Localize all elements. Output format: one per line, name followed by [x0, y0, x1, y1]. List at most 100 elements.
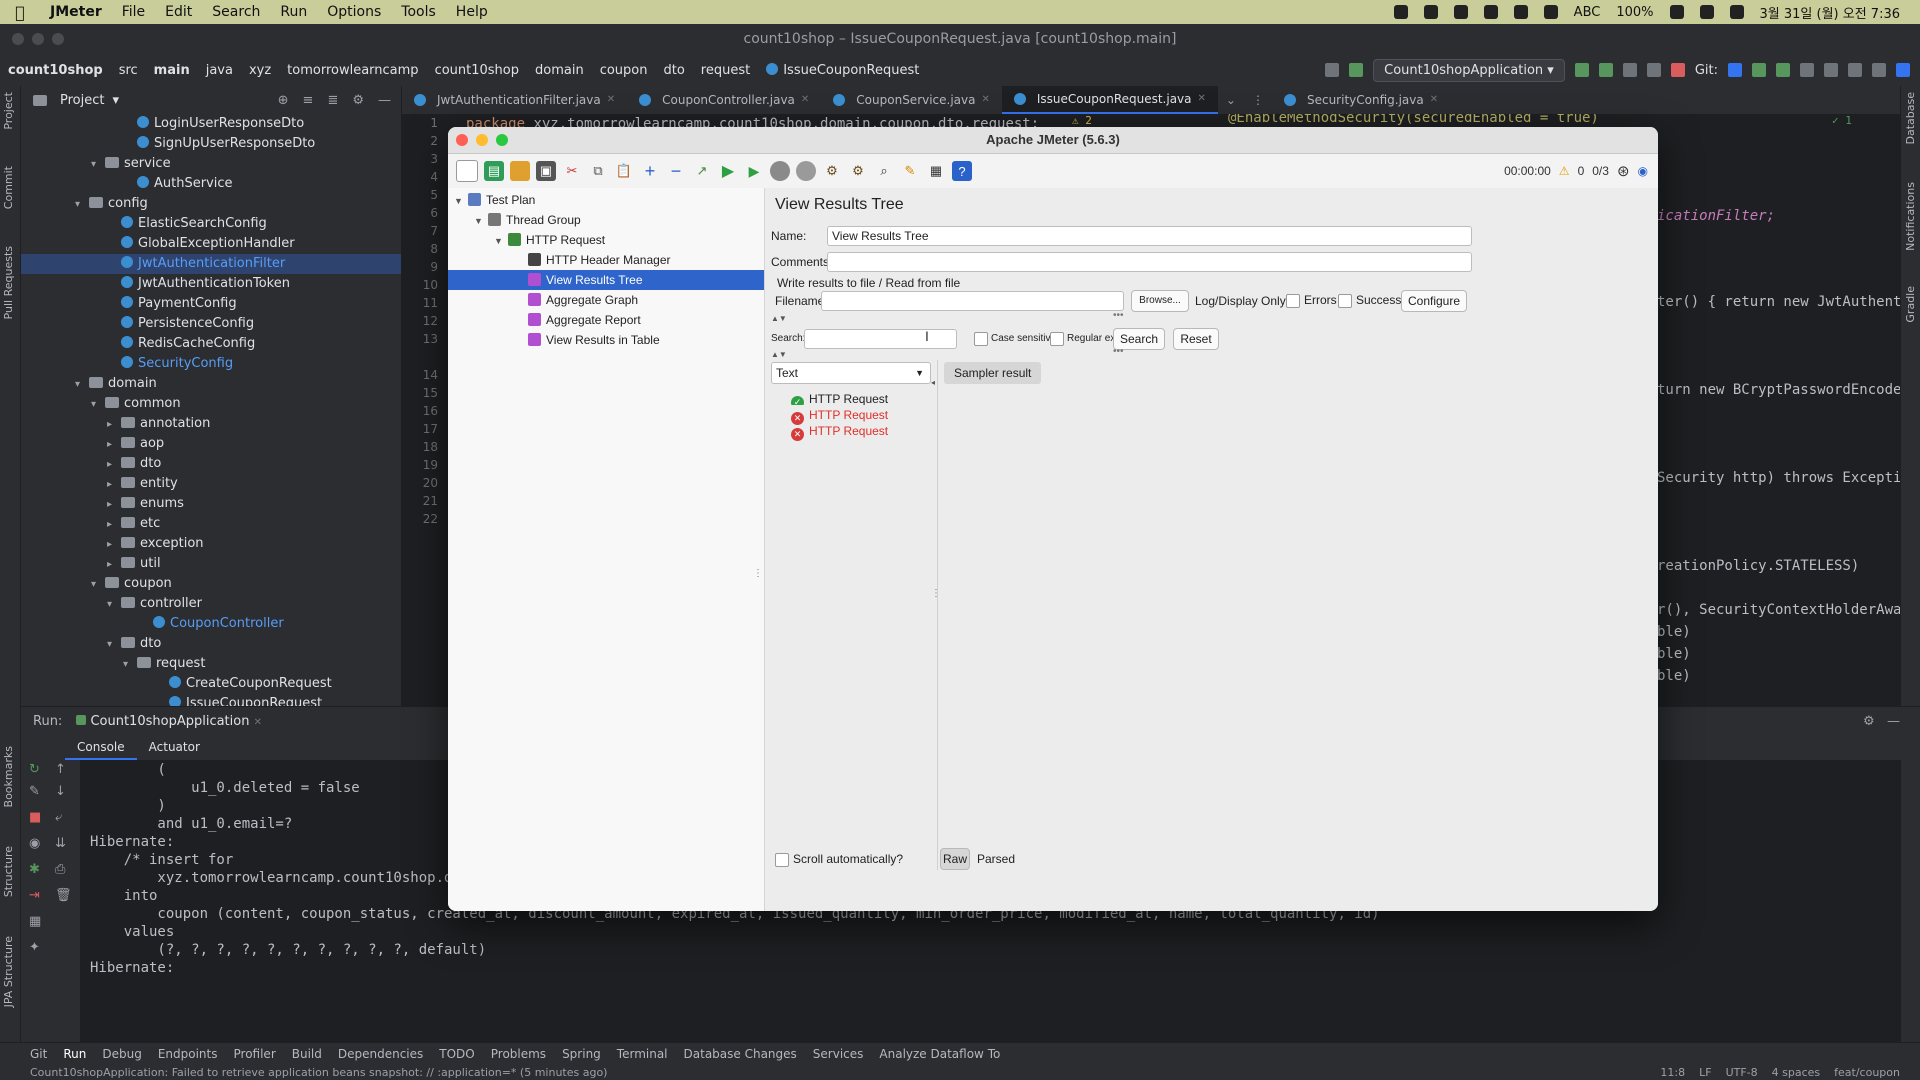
- tool-window-button[interactable]: Dependencies: [338, 1047, 423, 1061]
- hide-icon[interactable]: —: [378, 93, 391, 108]
- line-number[interactable]: 1: [430, 116, 438, 130]
- project-tree-item[interactable]: AuthService: [21, 174, 401, 194]
- stop-icon[interactable]: ■: [29, 810, 41, 825]
- chevron-down-icon[interactable]: ▾: [107, 635, 121, 655]
- menu-search[interactable]: Search: [202, 4, 270, 20]
- tool-commit[interactable]: Commit: [2, 166, 15, 209]
- project-tree-item[interactable]: ▸ annotation: [21, 414, 401, 434]
- sample-result-item[interactable]: ✕ HTTP Request: [771, 421, 931, 441]
- breadcrumb-item[interactable]: domain: [527, 63, 592, 78]
- tool-structure[interactable]: Structure: [2, 846, 15, 897]
- project-tree-item[interactable]: CreateCouponRequest: [21, 674, 401, 694]
- project-tree-item[interactable]: ▸ etc: [21, 514, 401, 534]
- project-tree-item[interactable]: JwtAuthenticationFilter: [21, 254, 401, 274]
- run-configuration-select[interactable]: Count10shopApplication ▾: [1373, 58, 1565, 82]
- chevron-right-icon[interactable]: ▸: [107, 455, 121, 475]
- tab-actuator[interactable]: Actuator: [137, 734, 212, 760]
- plugin-icon[interactable]: [1896, 63, 1910, 77]
- breadcrumb-item[interactable]: java: [198, 63, 241, 78]
- chevron-right-icon[interactable]: ▸: [107, 415, 121, 435]
- tool-jpa-structure[interactable]: JPA Structure: [2, 936, 15, 1007]
- test-tree-item[interactable]: ▼ Test Plan: [448, 190, 764, 210]
- breadcrumb-item[interactable]: coupon: [592, 63, 656, 78]
- project-tree-item[interactable]: ▾ service: [21, 154, 401, 174]
- caret-position[interactable]: 11:8: [1660, 1066, 1685, 1079]
- start-icon[interactable]: ▶: [718, 161, 738, 181]
- parsed-tab[interactable]: Parsed: [977, 852, 1015, 866]
- collapse-all-icon[interactable]: ≣: [327, 93, 338, 108]
- name-field[interactable]: View Results Tree: [827, 226, 1472, 246]
- expand-all-icon[interactable]: ≡: [303, 93, 314, 108]
- reset-button[interactable]: Reset: [1173, 328, 1219, 350]
- collapse-icon[interactable]: −: [666, 161, 686, 181]
- project-tree-item[interactable]: ▾ request: [21, 654, 401, 674]
- apple-icon[interactable]: : [0, 3, 40, 22]
- project-tree-item[interactable]: IssueCouponRequest: [21, 694, 401, 706]
- minimize-icon[interactable]: [32, 33, 44, 45]
- project-tree-item[interactable]: ▾ controller: [21, 594, 401, 614]
- moon-icon[interactable]: [1513, 5, 1528, 19]
- project-tree-item[interactable]: JwtAuthenticationToken: [21, 274, 401, 294]
- run-app-tab[interactable]: Count10shopApplication ✕: [62, 714, 262, 729]
- chevron-down-icon[interactable]: ▾: [91, 395, 105, 415]
- stop-icon[interactable]: [1670, 63, 1685, 77]
- exit-icon[interactable]: ⇥: [29, 888, 40, 903]
- breadcrumb-item[interactable]: dto: [655, 63, 692, 78]
- layout-icon[interactable]: ▦: [29, 914, 41, 929]
- splitter-dots-icon[interactable]: •••: [1113, 310, 1124, 321]
- breadcrumb-project[interactable]: count10shop: [0, 63, 111, 78]
- battery-percent[interactable]: 100%: [1616, 5, 1653, 20]
- tool-window-button[interactable]: Spring: [562, 1047, 601, 1061]
- pin-icon[interactable]: ✦: [29, 940, 40, 955]
- chevron-down-icon[interactable]: ▾: [112, 93, 119, 108]
- gear-icon[interactable]: ⚙: [352, 93, 364, 108]
- git-push-icon[interactable]: [1776, 63, 1790, 77]
- tool-window-button[interactable]: Database Changes: [684, 1047, 797, 1061]
- breadcrumb-item[interactable]: tomorrowlearncamp: [279, 63, 426, 78]
- test-tree-item[interactable]: Aggregate Report: [448, 310, 764, 330]
- rerun-icon[interactable]: ↻: [29, 762, 40, 777]
- project-tree-item[interactable]: ▸ aop: [21, 434, 401, 454]
- copy-icon[interactable]: ⧉: [588, 161, 608, 181]
- tool-gradle[interactable]: Gradle: [1904, 286, 1917, 323]
- git-commit-icon[interactable]: [1752, 63, 1766, 77]
- split-arrows-icon[interactable]: ▲▼: [771, 350, 787, 359]
- debug-icon[interactable]: ✱: [29, 862, 40, 877]
- status-message[interactable]: Count10shopApplication: Failed to retrie…: [30, 1066, 607, 1079]
- close-tab-icon[interactable]: ✕: [1198, 85, 1206, 113]
- tool-window-button[interactable]: Profiler: [234, 1047, 276, 1061]
- project-tree-item[interactable]: GlobalExceptionHandler: [21, 234, 401, 254]
- menu-edit[interactable]: Edit: [155, 4, 202, 20]
- coverage-icon[interactable]: [1622, 63, 1637, 77]
- project-title[interactable]: Project: [60, 93, 104, 108]
- log-viewer-icon[interactable]: ◉: [1638, 164, 1648, 178]
- test-tree-item[interactable]: View Results Tree: [448, 270, 764, 290]
- bluetooth-icon[interactable]: [1543, 5, 1558, 19]
- reset-search-icon[interactable]: ✎: [900, 161, 920, 181]
- tab-console[interactable]: Console: [65, 734, 137, 760]
- tool-database[interactable]: Database: [1904, 92, 1917, 145]
- search-field[interactable]: [804, 329, 957, 349]
- line-number[interactable]: 9: [430, 260, 438, 274]
- templates-icon[interactable]: ▤: [484, 161, 504, 181]
- soft-wrap-icon[interactable]: ⤶: [55, 810, 62, 825]
- cloud-icon[interactable]: [1423, 5, 1438, 19]
- project-tree-item[interactable]: ▾ domain: [21, 374, 401, 394]
- successes-checkbox[interactable]: [1338, 294, 1352, 308]
- toggle-icon[interactable]: ↗: [692, 161, 712, 181]
- tab-sampler-result[interactable]: Sampler result: [944, 362, 1042, 384]
- warning-count[interactable]: 0: [1578, 164, 1585, 178]
- line-number[interactable]: 6: [430, 206, 438, 220]
- clear-all-icon[interactable]: ⚙: [848, 161, 868, 181]
- start-no-pause-icon[interactable]: ▶: [744, 161, 764, 181]
- project-tree-item[interactable]: RedisCacheConfig: [21, 334, 401, 354]
- project-tree-item[interactable]: SignUpUserResponseDto: [21, 134, 401, 154]
- project-tree-item[interactable]: ElasticSearchConfig: [21, 214, 401, 234]
- line-number[interactable]: 17: [423, 422, 438, 436]
- line-number[interactable]: 12: [423, 314, 438, 328]
- revert-icon[interactable]: [1824, 63, 1838, 77]
- chevron-right-icon[interactable]: ▸: [107, 475, 121, 495]
- run-panel-gear-icon[interactable]: ⚙ —: [1863, 714, 1920, 729]
- search-binoculars-icon[interactable]: ⌕: [874, 161, 894, 181]
- breadcrumb-item[interactable]: count10shop: [427, 63, 527, 78]
